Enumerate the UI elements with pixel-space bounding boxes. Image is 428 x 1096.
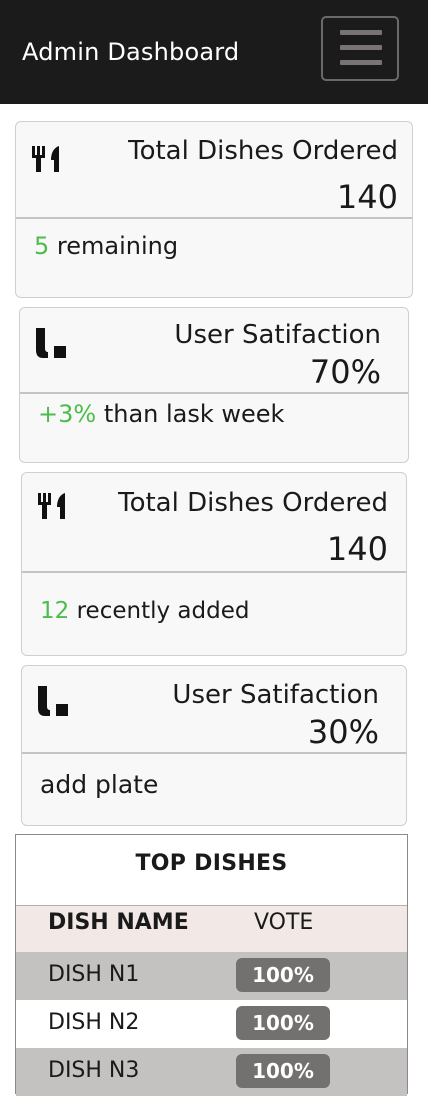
table-row[interactable]: DISH N1 100% (16, 952, 407, 1000)
footer-text: add plate (40, 770, 159, 799)
card-value: 70% (309, 353, 381, 391)
card-header: User Satifaction 70% (20, 308, 408, 394)
hamburger-icon (340, 45, 382, 50)
utensils-icon (32, 146, 59, 172)
card-header: User Satifaction 30% (22, 666, 406, 754)
vote-badge: 100% (236, 1054, 330, 1088)
card-title: User Satifaction (172, 680, 379, 710)
menu-toggle-button[interactable] (321, 16, 399, 81)
card-header: Total Dishes Ordered 140 (16, 122, 412, 219)
stat-card-satisfaction: User Satifaction 70% +3% than lask week (19, 307, 409, 463)
card-footer: +3% than lask week (38, 400, 284, 428)
hamburger-icon (340, 30, 382, 35)
dish-name: DISH N1 (48, 962, 140, 987)
table-row[interactable]: DISH N2 100% (16, 1000, 407, 1048)
footer-highlight: +3% (38, 400, 97, 428)
card-value: 140 (326, 530, 388, 568)
table-header-row: DISH NAME VOTE (16, 905, 407, 953)
utensils-icon (38, 493, 65, 519)
footer-highlight: 5 (34, 232, 50, 260)
chart-icon (38, 686, 68, 716)
stat-card-dishes: Total Dishes Ordered 140 5 remaining (15, 121, 413, 298)
footer-text: recently added (69, 598, 250, 624)
footer-highlight: 12 (40, 598, 70, 624)
stat-card-dishes: Total Dishes Ordered 140 12 recently add… (21, 472, 407, 656)
dish-name: DISH N2 (48, 1010, 140, 1035)
vote-badge: 100% (236, 1006, 330, 1040)
top-dishes-table: TOP DISHES DISH NAME VOTE DISH N1 100% D… (15, 834, 408, 1096)
app-title[interactable]: Admin Dashboard (22, 38, 239, 66)
card-title: Total Dishes Ordered (118, 488, 388, 518)
dish-name: DISH N3 (48, 1058, 140, 1083)
table-title: TOP DISHES (135, 851, 288, 876)
card-title: Total Dishes Ordered (128, 136, 398, 166)
stat-card-satisfaction: User Satifaction 30% add plate (21, 665, 407, 826)
card-footer: 12 recently added (40, 598, 249, 624)
chart-icon (36, 328, 66, 358)
card-header: Total Dishes Ordered 140 (22, 473, 406, 573)
add-plate-link[interactable]: add plate (40, 770, 158, 799)
column-header-dish-name: DISH NAME (48, 910, 189, 935)
card-value: 30% (307, 713, 379, 751)
vote-badge: 100% (236, 958, 330, 992)
top-navbar: Admin Dashboard (0, 0, 428, 104)
table-row[interactable]: DISH N3 100% (16, 1048, 407, 1096)
hamburger-icon (340, 60, 382, 65)
card-footer: 5 remaining (34, 232, 178, 260)
card-title: User Satifaction (174, 320, 381, 350)
card-value: 140 (336, 178, 398, 216)
footer-text: than lask week (96, 400, 285, 428)
column-header-vote: VOTE (254, 910, 314, 935)
footer-text: remaining (49, 232, 179, 260)
